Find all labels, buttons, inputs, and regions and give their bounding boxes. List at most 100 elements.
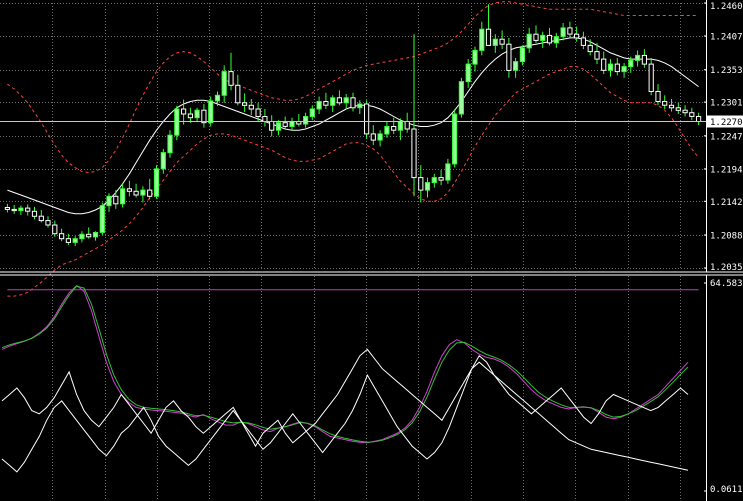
candle-67 <box>458 77 464 118</box>
candle-body-65 <box>445 163 451 181</box>
candle-body-16 <box>113 195 119 205</box>
price-tick-label-1: 1.2407 <box>710 33 743 43</box>
candle-body-13 <box>92 232 99 238</box>
candle-body-83 <box>567 27 573 35</box>
candle-body-4 <box>31 210 38 217</box>
candle-body-0 <box>4 207 10 210</box>
candle-body-23 <box>160 152 166 170</box>
osc-tick-label-1: 0.0611 <box>710 485 743 495</box>
current-price-label: 1.2270 <box>710 118 743 128</box>
candle-body-25 <box>174 108 180 136</box>
candle-body-34 <box>235 84 241 104</box>
candle-body-72 <box>492 38 498 46</box>
candle-66 <box>452 109 458 168</box>
candle-body-85 <box>580 37 586 46</box>
candle-body-76 <box>519 47 525 63</box>
candle-body-89 <box>607 63 614 71</box>
candle-body-10 <box>72 238 78 243</box>
candle-body-71 <box>485 28 492 46</box>
candle-25 <box>174 105 180 141</box>
price-tick-label-2: 1.2353 <box>710 66 743 76</box>
candle-body-32 <box>221 71 227 96</box>
price-tick-label-5: 1.2194 <box>710 165 743 175</box>
candle-body-8 <box>59 233 65 240</box>
candle-body-47 <box>323 101 329 106</box>
candle-body-51 <box>350 97 356 109</box>
chart-svg: 1.2270 1.24601.24071.23531.23011.22471.2… <box>0 0 743 501</box>
candle-body-81 <box>553 36 559 44</box>
candle-body-17 <box>120 188 126 205</box>
candle-body-70 <box>479 28 485 51</box>
candle-body-21 <box>147 189 153 197</box>
candle-body-86 <box>587 44 593 53</box>
candle-body-33 <box>228 71 234 86</box>
candle-body-74 <box>506 43 512 71</box>
price-tick-label-0: 1.2460 <box>710 2 743 12</box>
candle-body-55 <box>377 133 383 141</box>
candle-body-82 <box>560 27 566 38</box>
candle-body-77 <box>526 33 532 49</box>
chart-root: 1.2270 1.2460 1.2407 1.2353 1.2301 1.2247 1.2… <box>0 0 743 501</box>
candle-body-41 <box>282 122 288 127</box>
candle-body-99 <box>675 107 681 111</box>
candle-body-19 <box>133 190 139 196</box>
candle-body-95 <box>648 63 654 92</box>
candle-body-54 <box>370 133 376 141</box>
candle-body-29 <box>201 109 207 124</box>
osc-tick-label-0: 64.5831 <box>710 279 743 289</box>
candle-body-2 <box>18 207 24 212</box>
candle-body-1 <box>11 208 17 212</box>
candle-body-42 <box>289 121 295 127</box>
candle-body-45 <box>309 108 315 117</box>
candle-body-52 <box>357 103 363 109</box>
candle-body-96 <box>655 91 661 102</box>
candle-body-64 <box>438 177 444 181</box>
chart-background <box>0 0 743 501</box>
candle-body-27 <box>187 113 194 119</box>
candle-body-26 <box>181 108 187 115</box>
candle-body-94 <box>641 54 647 65</box>
candle-22 <box>153 165 160 199</box>
candle-body-62 <box>424 182 431 191</box>
candle-body-36 <box>248 104 254 110</box>
candle-body-37 <box>255 108 261 117</box>
candle-53 <box>364 100 370 139</box>
candle-body-57 <box>391 126 397 131</box>
candle-body-40 <box>275 122 282 131</box>
price-tick-label-6: 1.2142 <box>710 198 743 208</box>
candle-body-98 <box>668 104 675 109</box>
candle-body-63 <box>431 177 437 184</box>
price-tick-label-7: 1.2088 <box>710 232 743 242</box>
candle-body-5 <box>38 215 44 222</box>
candle-body-44 <box>303 116 309 125</box>
candle-body-3 <box>25 207 31 212</box>
candle-body-75 <box>513 61 519 71</box>
candle-body-22 <box>153 168 160 197</box>
candle-body-6 <box>45 220 51 226</box>
price-tick-label-3: 1.2301 <box>710 99 743 109</box>
candle-body-91 <box>621 66 627 73</box>
candle-body-56 <box>384 126 390 135</box>
candle-body-12 <box>86 233 92 238</box>
candle-body-24 <box>167 134 173 154</box>
candle-body-93 <box>635 54 641 61</box>
candle-body-78 <box>533 33 539 41</box>
candle-body-31 <box>214 94 221 102</box>
candle-body-35 <box>242 102 248 106</box>
price-axis: 1.2460 1.2407 1.2353 1.2301 1.2247 1.2194 1.21… <box>704 0 743 273</box>
candle-body-11 <box>79 233 85 240</box>
candle-body-15 <box>106 195 112 207</box>
candle-body-97 <box>662 101 668 106</box>
candle-body-84 <box>574 33 580 39</box>
candle-body-7 <box>52 224 58 235</box>
candle-body-28 <box>194 109 200 119</box>
candle-body-46 <box>316 101 322 110</box>
candle-body-88 <box>601 58 607 71</box>
candle-body-60 <box>411 128 417 179</box>
candle-body-58 <box>397 121 403 131</box>
candle-14 <box>99 202 105 235</box>
candle-body-59 <box>404 121 410 130</box>
candle-body-100 <box>682 109 688 114</box>
candle-body-101 <box>689 112 695 117</box>
candle-body-61 <box>418 177 424 191</box>
